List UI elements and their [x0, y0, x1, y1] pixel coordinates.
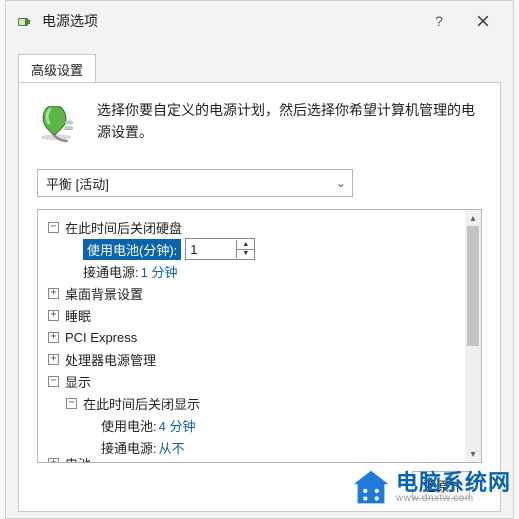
tree-node-hdd-battery[interactable]: 使用电池(分钟): ▲ ▼: [44, 238, 461, 260]
vertical-scrollbar[interactable]: ▴ ▾: [465, 210, 481, 462]
value-link[interactable]: 4 分钟: [159, 416, 196, 435]
titlebar[interactable]: 电源选项 ?: [6, 1, 513, 41]
tree-node-cpu-power[interactable]: + 处理器电源管理: [44, 348, 461, 370]
tree-node-pci-express[interactable]: + PCI Express: [44, 326, 461, 348]
power-plug-icon: [37, 99, 83, 145]
description-text: 选择你要自定义的电源计划，然后选择你希望计算机管理的电源设置。: [97, 99, 482, 145]
value-link[interactable]: 1 分钟: [141, 262, 178, 281]
scroll-track[interactable]: [465, 226, 481, 446]
selected-label: 使用电池(分钟):: [83, 239, 181, 260]
minutes-spinner[interactable]: ▲ ▼: [185, 238, 255, 260]
tree-node-battery-group[interactable]: + 电池: [44, 458, 461, 462]
tab-strip: 高级设置: [6, 41, 513, 82]
minutes-input[interactable]: [186, 240, 236, 258]
settings-tree: − 在此时间后关闭硬盘 使用电池(分钟): ▲ ▼: [37, 209, 482, 463]
scroll-down-icon[interactable]: ▾: [465, 446, 481, 462]
spin-down-icon[interactable]: ▼: [237, 250, 254, 259]
close-button[interactable]: [461, 1, 505, 41]
collapse-icon[interactable]: −: [66, 398, 77, 409]
chevron-down-icon: ⌄: [336, 176, 346, 190]
tree-node-sleep[interactable]: + 睡眠: [44, 304, 461, 326]
description-row: 选择你要自定义的电源计划，然后选择你希望计算机管理的电源设置。: [37, 99, 482, 145]
expand-icon[interactable]: +: [48, 458, 59, 462]
power-options-dialog: 电源选项 ? 高级设置 选择你要自定义的电源计划，然后选择你希望计算机管理的电源…: [5, 0, 514, 519]
power-plan-value: 平衡 [活动]: [46, 174, 109, 193]
scroll-thumb[interactable]: [467, 226, 479, 346]
tree-node-display-ac[interactable]: 接通电源: 从不: [44, 436, 461, 458]
help-button[interactable]: ?: [417, 1, 461, 41]
tab-advanced-settings[interactable]: 高级设置: [18, 54, 96, 83]
tree-node-display[interactable]: − 显示: [44, 370, 461, 392]
app-icon: [16, 12, 34, 30]
expand-icon[interactable]: +: [48, 332, 59, 343]
window-title: 电源选项: [42, 11, 417, 31]
tree-node-hdd-ac[interactable]: 接通电源: 1 分钟: [44, 260, 461, 282]
power-plan-dropdown[interactable]: 平衡 [活动] ⌄: [37, 169, 353, 197]
spin-up-icon[interactable]: ▲: [237, 240, 254, 250]
collapse-icon[interactable]: −: [48, 376, 59, 387]
collapse-icon[interactable]: −: [48, 222, 59, 233]
value-link[interactable]: 从不: [159, 438, 185, 457]
expand-icon[interactable]: +: [48, 354, 59, 365]
tree-node-desktop-bg[interactable]: + 桌面背景设置: [44, 282, 461, 304]
expand-icon[interactable]: +: [48, 310, 59, 321]
tree-node-display-battery[interactable]: 使用电池: 4 分钟: [44, 414, 461, 436]
scroll-up-icon[interactable]: ▴: [465, 210, 481, 226]
tree-node-display-off[interactable]: − 在此时间后关闭显示: [44, 392, 461, 414]
tab-panel: 选择你要自定义的电源计划，然后选择你希望计算机管理的电源设置。 平衡 [活动] …: [18, 82, 501, 512]
expand-icon[interactable]: +: [48, 288, 59, 299]
restore-defaults-button[interactable]: 还原计划默认值(R): [412, 471, 470, 499]
tree-node-hdd-off[interactable]: − 在此时间后关闭硬盘: [44, 216, 461, 238]
settings-tree-viewport[interactable]: − 在此时间后关闭硬盘 使用电池(分钟): ▲ ▼: [38, 210, 465, 462]
